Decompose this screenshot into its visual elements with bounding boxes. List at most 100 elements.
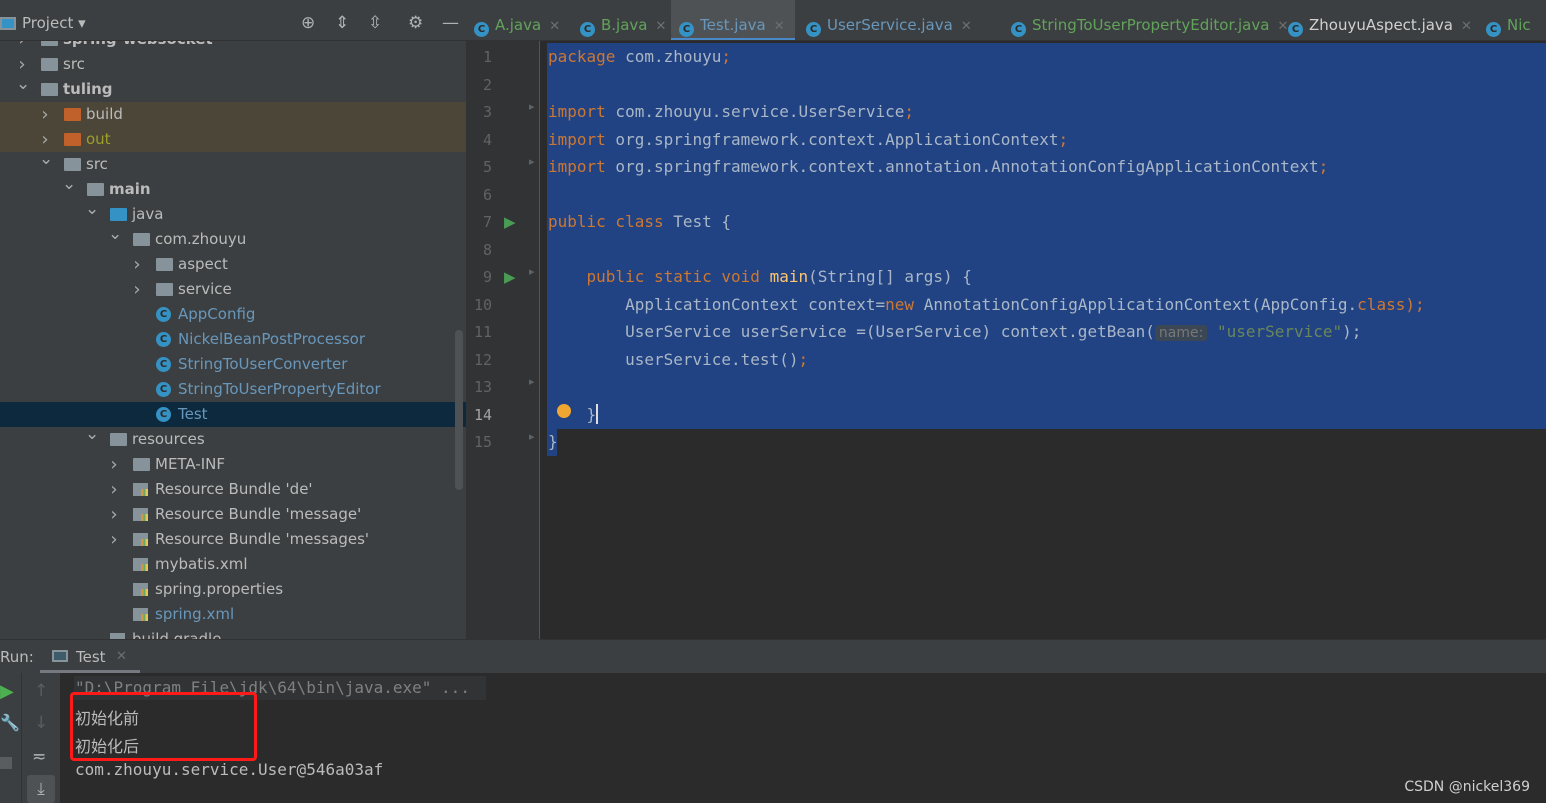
chevron-right-icon[interactable]: › (131, 252, 143, 277)
resources-folder-icon (110, 433, 127, 446)
scroll-to-end-icon[interactable]: ⤓ (27, 775, 55, 803)
chevron-right-icon[interactable]: › (108, 502, 120, 527)
run-gutter-icon[interactable]: ▶ (504, 268, 516, 286)
code-token: Test { (663, 212, 732, 231)
tab-zhouyuaspect-java[interactable]: C ZhouyuAspect.java ✕ (1280, 0, 1482, 40)
chevron-down-icon[interactable]: ⌄ (85, 422, 99, 447)
tree-item[interactable]: ⌄ com.zhouyu (0, 224, 466, 252)
project-view-dropdown[interactable]: Project ▾ (22, 14, 86, 32)
chevron-down-icon[interactable]: ⌄ (85, 197, 99, 222)
tree-item-label: resources (132, 430, 205, 448)
chevron-right-icon[interactable]: › (108, 452, 120, 477)
tab-a-java[interactable]: C A.java ✕ (466, 0, 570, 40)
tree-item[interactable]: › Resource Bundle 'de' (0, 477, 466, 502)
down-arrow-icon[interactable]: ↓ (34, 713, 48, 733)
close-tab-icon[interactable]: ✕ (961, 19, 972, 34)
tree-item[interactable]: C Test (0, 402, 466, 427)
tab-test-java[interactable]: C Test.java ✕ (671, 0, 795, 40)
code-line: package com.zhouyu; (548, 43, 731, 70)
close-icon[interactable]: ✕ (116, 649, 127, 664)
tree-item[interactable]: ⌄ tuling (0, 74, 466, 102)
code-token: AnnotationConfigApplicationContext(AppCo… (914, 294, 1358, 314)
tree-scrollbar[interactable] (455, 330, 463, 490)
close-tab-icon[interactable]: ✕ (549, 19, 560, 34)
chevron-down-icon[interactable]: ⌄ (62, 172, 76, 197)
tree-item[interactable]: C NickelBeanPostProcessor (0, 327, 466, 352)
tree-item[interactable]: › META-INF (0, 452, 466, 477)
tree-item[interactable]: spring.xml (0, 602, 466, 627)
class-runnable-icon: C (156, 407, 171, 422)
chevron-down-icon[interactable]: ⌄ (108, 222, 122, 247)
rerun-icon[interactable]: ▶ (0, 681, 14, 702)
fold-icon[interactable]: ▸ (529, 265, 535, 278)
tree-item[interactable]: C StringToUserConverter (0, 352, 466, 377)
tree-item-label: java (132, 205, 164, 223)
code-line: public static void main(String[] args) { (548, 263, 972, 290)
tree-item[interactable]: ⌄ resources (0, 424, 466, 452)
tree-item[interactable]: ⌄ main (0, 174, 466, 202)
code-line: } (548, 401, 599, 428)
package-icon (133, 233, 150, 246)
code-token: com.zhouyu.service.UserService (605, 102, 905, 121)
tab-label: Nic (1507, 16, 1531, 34)
fold-icon[interactable]: ▸ (529, 100, 535, 113)
tree-item-label: src (86, 155, 108, 173)
tree-item-label: aspect (178, 255, 228, 273)
line-number: 8 (482, 240, 492, 259)
folder-icon (87, 183, 104, 196)
tree-item[interactable]: › Resource Bundle 'message' (0, 502, 466, 527)
java-class-icon: C (679, 22, 694, 37)
tree-item[interactable]: C StringToUserPropertyEditor (0, 377, 466, 402)
line-number: 2 (482, 75, 492, 94)
code-token: ; (798, 349, 809, 369)
code-token: ); (1405, 294, 1425, 314)
expand-all-icon[interactable]: ⇕ (335, 13, 349, 33)
tree-item[interactable]: › src (0, 52, 466, 77)
close-tab-icon[interactable]: ✕ (774, 19, 785, 34)
folder-icon (64, 158, 81, 171)
code-token: } (548, 432, 558, 451)
lightbulb-icon[interactable] (557, 403, 571, 418)
selection (547, 70, 1546, 99)
locate-icon[interactable]: ⊕ (301, 13, 315, 33)
collapse-all-icon[interactable]: ⇳ (368, 13, 382, 33)
tree-item[interactable]: › build (0, 102, 466, 127)
chevron-right-icon[interactable]: › (131, 277, 143, 302)
code-line: userService.test(); (548, 346, 808, 373)
chevron-down-icon[interactable]: ⌄ (16, 72, 30, 97)
tree-item[interactable]: › Resource Bundle 'messages' (0, 527, 466, 552)
chevron-right-icon[interactable]: › (108, 527, 120, 552)
chevron-right-icon[interactable]: › (39, 102, 51, 127)
tree-item[interactable]: C AppConfig (0, 302, 466, 327)
run-gutter-icon[interactable]: ▶ (504, 213, 516, 231)
tree-item[interactable]: ⌄ java (0, 199, 466, 227)
run-tab-test[interactable]: Test ✕ (40, 640, 140, 673)
tree-item[interactable]: mybatis.xml (0, 552, 466, 577)
up-arrow-icon[interactable]: ↑ (34, 681, 48, 701)
soft-wrap-icon[interactable]: ≂ (32, 747, 46, 767)
stop-icon[interactable] (0, 757, 12, 769)
code-token: import (548, 102, 606, 121)
tab-stringtouserpropertyeditor-java[interactable]: C StringToUserPropertyEditor.java ✕ (1003, 0, 1298, 40)
fold-icon[interactable]: ▸ (529, 375, 535, 388)
tree-item[interactable]: › aspect (0, 252, 466, 277)
tree-item[interactable]: › out (0, 127, 466, 152)
fold-icon[interactable]: ▸ (529, 155, 535, 168)
chevron-down-icon[interactable]: ⌄ (39, 147, 53, 172)
tab-nic[interactable]: C Nic (1478, 0, 1541, 40)
hide-icon[interactable]: — (442, 13, 459, 33)
tree-item[interactable]: › service (0, 277, 466, 302)
tab-b-java[interactable]: C B.java ✕ (572, 0, 676, 40)
gear-icon[interactable]: ⚙ (408, 13, 423, 33)
code-line: import org.springframework.context.Appli… (548, 126, 1068, 153)
wrench-icon[interactable]: 🔧 (0, 713, 20, 732)
highlight-box (70, 692, 257, 761)
close-tab-icon[interactable]: ✕ (656, 19, 667, 34)
fold-icon[interactable]: ▸ (529, 430, 535, 443)
code-token: public static void (548, 267, 770, 286)
project-title: Project (22, 14, 74, 32)
tab-userservice-java[interactable]: C UserService.java ✕ (798, 0, 982, 40)
chevron-right-icon[interactable]: › (108, 477, 120, 502)
close-tab-icon[interactable]: ✕ (1461, 19, 1472, 34)
tree-item[interactable]: spring.properties (0, 577, 466, 602)
